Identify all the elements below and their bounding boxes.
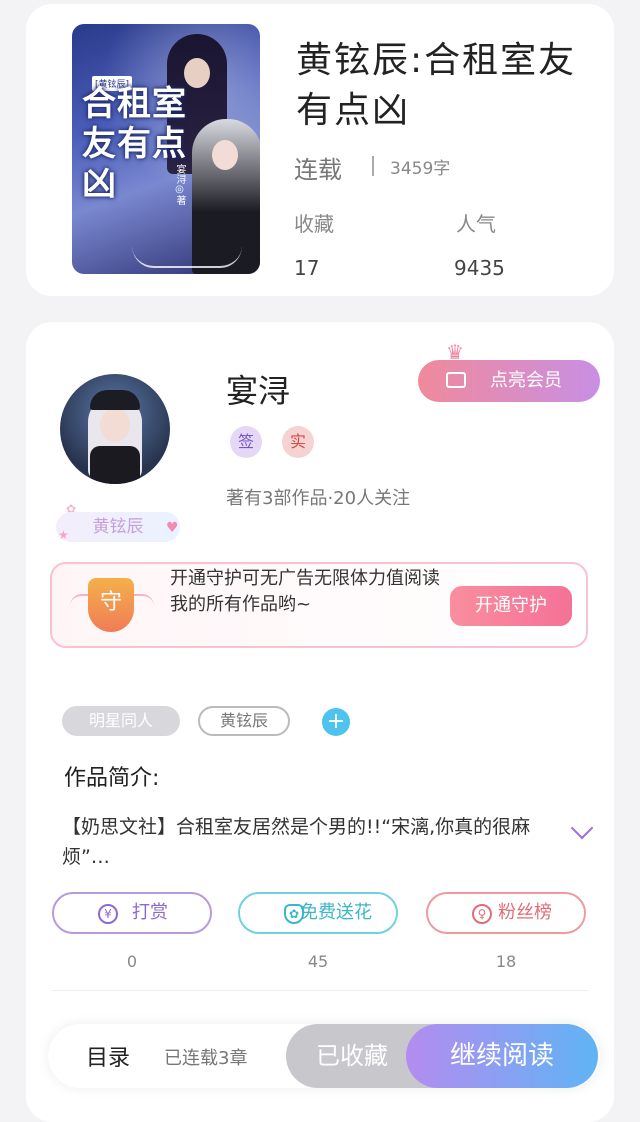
shield-icon: 守 xyxy=(88,578,134,632)
user-icon: ♀ xyxy=(472,904,492,924)
wing-right-icon xyxy=(132,594,154,606)
reward-button[interactable]: ¥ 打赏 xyxy=(52,892,212,934)
author-works-info: 著有3部作品·20人关注 xyxy=(226,488,411,509)
guard-promo-box: 守 开通守护可无广告无限体力值阅读我的所有作品哟~ 开通守护 xyxy=(50,562,588,648)
continue-reading-button[interactable]: 继续阅读 xyxy=(406,1024,598,1088)
send-flower-button[interactable]: ✿ 免费送花 xyxy=(238,892,398,934)
diamond-icon xyxy=(446,372,466,388)
book-title: 黄铉辰:合租室友有点凶 xyxy=(296,40,577,131)
intro-heading: 作品简介: xyxy=(64,766,160,791)
signed-badge: 签 xyxy=(230,426,262,458)
fan-badge: 黄铉辰 xyxy=(56,512,180,542)
add-tag-button[interactable]: + xyxy=(322,708,350,736)
vip-button-label: 点亮会员 xyxy=(490,370,562,391)
book-word-count: 3459字 xyxy=(390,159,451,179)
avatar-hat xyxy=(90,390,140,410)
reward-count: 0 xyxy=(126,952,138,971)
guard-promo-text: 开通守护可无广告无限体力值阅读我的所有作品哟~ xyxy=(170,568,440,615)
tag-character[interactable]: 黄铉辰 xyxy=(198,706,290,736)
divider xyxy=(52,990,588,991)
author-details-card: ✿ 黄铉辰 ★ ♥ 宴浔 签 实 著有3部作品·20人关注 ♛ 点亮会员 守 开… xyxy=(26,322,614,1122)
vip-button[interactable]: 点亮会员 xyxy=(418,360,600,402)
favorites-value: 17 xyxy=(294,256,320,280)
open-guard-button[interactable]: 开通守护 xyxy=(450,586,572,626)
avatar-body xyxy=(90,446,140,484)
reward-label: 打赏 xyxy=(132,902,168,923)
popularity-value: 9435 xyxy=(454,256,505,280)
author-avatar[interactable] xyxy=(60,374,170,484)
book-cover-image[interactable]: [黄铉辰] 合租室友有点凶 宴浔◎著 xyxy=(72,24,260,274)
author-name[interactable]: 宴浔 xyxy=(226,366,290,412)
favorites-label: 收藏 xyxy=(294,212,334,236)
yen-icon: ¥ xyxy=(98,904,118,924)
fan-ranking-button[interactable]: ♀ 粉丝榜 xyxy=(426,892,586,934)
book-status: 连载 xyxy=(294,156,342,184)
popularity-label: 人气 xyxy=(456,212,496,236)
cover-author: 宴浔◎著 xyxy=(174,164,185,205)
avatar-face xyxy=(100,408,130,442)
chevron-down-icon[interactable] xyxy=(570,816,594,840)
book-info-card: [黄铉辰] 合租室友有点凶 宴浔◎著 黄铉辰:合租室友有点凶 连载 3459字 … xyxy=(26,4,614,296)
flower-count: 45 xyxy=(307,952,329,971)
status-divider xyxy=(372,156,374,176)
cover-swirl-decoration xyxy=(132,246,242,268)
heart-icon: ♥ xyxy=(166,520,179,536)
star-icon: ★ xyxy=(58,528,69,542)
fan-ranking-label: 粉丝榜 xyxy=(498,902,552,923)
bottom-action-bar: 目录 已连载3章 已收藏 继续阅读 xyxy=(48,1024,600,1088)
intro-text: 【奶思文社】合租室友居然是个男的!!“宋漓,你真的很麻烦”… xyxy=(62,816,531,868)
fan-count: 18 xyxy=(495,952,517,971)
cover-figure-female-face xyxy=(212,140,238,170)
send-flower-label: 免费送花 xyxy=(300,902,372,923)
tag-celebrity-fanfic[interactable]: 明星同人 xyxy=(62,706,180,736)
chapters-count: 已连载3章 xyxy=(164,1048,248,1069)
verified-badge: 实 xyxy=(282,426,314,458)
table-of-contents-button[interactable]: 目录 xyxy=(86,1040,130,1072)
